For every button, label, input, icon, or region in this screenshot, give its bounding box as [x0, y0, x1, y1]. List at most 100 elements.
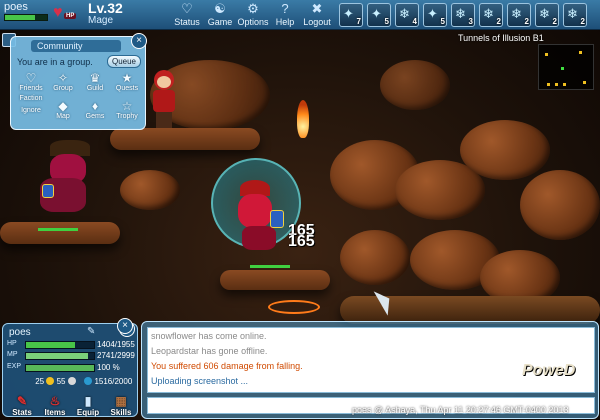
- hp-mini-bar: [4, 14, 48, 21]
- status-button[interactable]: ♡ Status: [172, 1, 202, 29]
- map-button[interactable]: ◆ Map: [47, 99, 79, 120]
- watermark-logo: PoweD: [522, 362, 576, 379]
- skill-icon: ✦: [427, 6, 438, 21]
- enemy-pirate-fox[interactable]: [30, 140, 90, 220]
- skill-icon: ❄: [455, 6, 466, 21]
- npc-red-hood[interactable]: [150, 70, 178, 128]
- close-icon[interactable]: ×: [117, 318, 133, 334]
- stats-button[interactable]: ✎ Stats: [7, 394, 37, 417]
- trophy-icon: ☆: [121, 99, 133, 113]
- ledge-platform: [0, 222, 120, 244]
- pencil-icon[interactable]: ✎: [87, 326, 95, 337]
- equip-button[interactable]: ▮ Equip: [73, 394, 103, 417]
- group-status: You are in a group.: [17, 57, 93, 67]
- chat-line: Leopardstar has gone offline.: [151, 346, 268, 356]
- status-label: Status: [174, 17, 200, 27]
- hp-value: 1404/1955: [97, 340, 135, 349]
- hp-bar: [25, 341, 95, 349]
- screenshot-timestamp: poes @ Ashaya, Thu Apr 11 20:27:46 GMT-0…: [352, 405, 569, 415]
- skill-icon: ❄: [539, 6, 550, 21]
- gold-coin-icon: [46, 377, 55, 385]
- group-button[interactable]: ✧ Group: [47, 71, 79, 92]
- hp-label: HP: [7, 340, 17, 347]
- exp-value: 100 %: [97, 363, 120, 372]
- community-title: Community: [31, 40, 121, 52]
- minimap-marker: [547, 83, 550, 86]
- help-label: Help: [275, 17, 295, 27]
- trophy-button[interactable]: ☆ Trophy: [111, 99, 143, 120]
- gem-icon: ♦: [91, 99, 99, 113]
- skill-icon: ❄: [511, 6, 522, 21]
- skill-icon: ❄: [567, 6, 578, 21]
- minimap-marker: [545, 53, 548, 56]
- minimap-marker: [583, 81, 586, 84]
- game-button[interactable]: ☯ Game: [205, 1, 235, 29]
- friends-icon: ♡: [25, 71, 37, 85]
- skill-slot[interactable]: ❄ 3: [451, 3, 475, 27]
- guild-icon: ♛: [89, 71, 101, 85]
- skill-slot[interactable]: ❄ 2: [507, 3, 531, 27]
- ledge-platform: [110, 128, 260, 150]
- hp-row: HP 1404/1955: [7, 340, 139, 350]
- ignore-button[interactable]: Ignore: [15, 107, 47, 114]
- skill-slot[interactable]: ❄ 2: [563, 3, 587, 27]
- minimap[interactable]: [538, 44, 594, 90]
- friends-label: Friends: [19, 85, 43, 92]
- guild-label: Guild: [86, 85, 104, 92]
- chat-line: You suffered 606 damage from falling.: [151, 361, 303, 371]
- trophy-label: Trophy: [116, 113, 138, 120]
- exp-row: EXP 100 %: [7, 363, 139, 373]
- skill-slot[interactable]: ✦ 5: [423, 3, 447, 27]
- skill-count: 2: [524, 17, 529, 26]
- items-button[interactable]: ♨ Items: [40, 394, 70, 417]
- skill-slot[interactable]: ✦ 5: [367, 3, 391, 27]
- minimap-marker: [555, 83, 558, 86]
- potion-icon: ♨: [49, 394, 61, 408]
- queue-button[interactable]: Queue: [107, 55, 141, 68]
- faction-button[interactable]: Faction: [15, 95, 47, 102]
- weight-value: 1516/2000: [94, 377, 133, 386]
- cave-rock: [380, 60, 450, 110]
- skill-slot[interactable]: ❄ 2: [535, 3, 559, 27]
- cave-rock: [520, 170, 600, 240]
- quests-button[interactable]: ★ Quests: [111, 71, 143, 92]
- friends-button[interactable]: ♡ Friends: [15, 71, 47, 92]
- player-level: Lv.32: [88, 0, 123, 16]
- skills-button[interactable]: ▦ Skills: [106, 394, 136, 417]
- chat-line: Uploading screenshot ...: [151, 376, 249, 386]
- minimap-player-marker: [561, 67, 564, 70]
- stats-button-label: Stats: [12, 408, 32, 417]
- exp-fill: [26, 365, 94, 371]
- map-label: Map: [56, 113, 70, 120]
- player-class: Mage: [88, 15, 114, 26]
- skill-slot[interactable]: ✦ 7: [339, 3, 363, 27]
- gems-label: Gems: [85, 113, 105, 120]
- skill-count: 2: [496, 17, 501, 26]
- gems-button[interactable]: ♦ Gems: [79, 99, 111, 120]
- skill-count: 3: [468, 17, 473, 26]
- help-button[interactable]: ? Help: [272, 1, 298, 29]
- guild-button[interactable]: ♛ Guild: [79, 71, 111, 92]
- minimap-marker: [563, 83, 566, 86]
- close-icon[interactable]: ×: [131, 33, 147, 49]
- options-button[interactable]: ⚙ Options: [235, 1, 271, 29]
- skills-button-label: Skills: [110, 408, 132, 417]
- hp-tag: HP: [64, 13, 77, 19]
- player-hp-bar: [250, 265, 290, 268]
- minimap-marker: [579, 51, 582, 54]
- logout-button[interactable]: ✖ Logout: [302, 1, 332, 29]
- skill-count: 7: [356, 17, 361, 26]
- ledge-platform: [220, 270, 330, 290]
- silver-value: 55: [56, 377, 66, 386]
- skill-slot[interactable]: ❄ 4: [395, 3, 419, 27]
- chat-log[interactable]: snowflower has come online. Leopardstar …: [147, 327, 595, 393]
- skill-slot[interactable]: ❄ 2: [479, 3, 503, 27]
- game-label: Game: [207, 17, 233, 27]
- stats-panel: poes ✎ × HP 1404/1955 MP 2741/2999 EXP 1…: [2, 321, 139, 417]
- items-button-label: Items: [44, 408, 66, 417]
- mp-row: MP 2741/2999: [7, 351, 139, 361]
- player-character[interactable]: [232, 180, 284, 260]
- cave-rock: [340, 230, 410, 285]
- pencil-icon: ✎: [16, 394, 28, 408]
- mp-value: 2741/2999: [97, 351, 135, 360]
